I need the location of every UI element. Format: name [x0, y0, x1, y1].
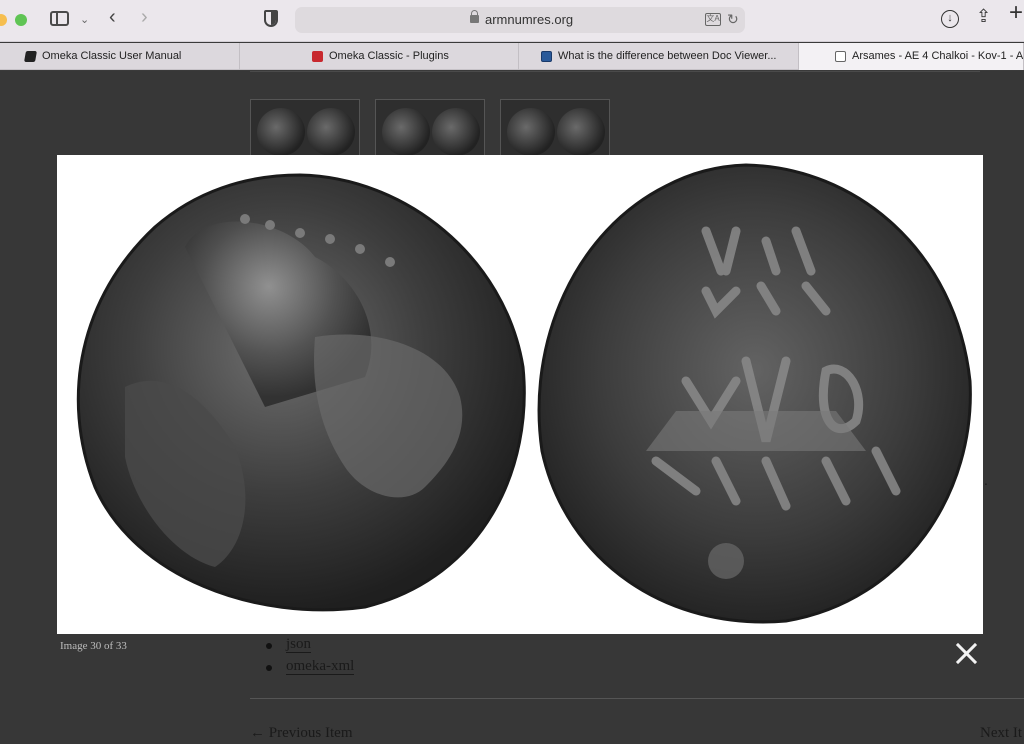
divider: [250, 698, 1024, 699]
site-icon: [835, 50, 846, 62]
next-item-link[interactable]: Next It: [980, 725, 1022, 742]
thumbnail[interactable]: [500, 99, 610, 159]
thumbnail[interactable]: [250, 99, 360, 159]
tab-label: Omeka Classic - Plugins: [329, 50, 449, 62]
chevron-down-icon[interactable]: ⌄: [80, 12, 89, 28]
shield-icon[interactable]: [264, 10, 278, 27]
back-icon[interactable]: ‹: [109, 7, 116, 27]
coin-reverse-image: [537, 163, 972, 624]
image-counter: Image 30 of 33: [60, 640, 127, 652]
list-item: omeka-xml: [266, 658, 355, 680]
minimize-window-button[interactable]: [0, 14, 7, 26]
url-text: armnumres.org: [485, 12, 574, 27]
thumbnail[interactable]: [375, 99, 485, 159]
list-item: json: [266, 636, 354, 658]
tab-bar: Omeka Classic User Manual Omeka Classic …: [0, 43, 1024, 70]
close-icon[interactable]: [951, 639, 981, 669]
tab-label: Arsames - AE 4 Chalkoi - Kov-1 - AN: [852, 50, 1024, 62]
download-icon[interactable]: ↓: [941, 10, 959, 28]
tab-omeka-manual[interactable]: Omeka Classic User Manual: [0, 43, 240, 70]
book-icon: [24, 50, 37, 62]
output-format-link-omeka-xml[interactable]: omeka-xml: [286, 658, 355, 675]
tab-omeka-plugins[interactable]: Omeka Classic - Plugins: [240, 43, 519, 70]
coin-obverse-image: [76, 173, 526, 612]
divider: [250, 71, 980, 72]
zoom-window-button[interactable]: [15, 14, 27, 26]
forum-icon: [541, 50, 552, 62]
output-format-link-json[interactable]: json: [286, 636, 312, 653]
new-tab-icon[interactable]: +: [1009, 1, 1023, 25]
translate-icon[interactable]: 文A: [705, 13, 721, 26]
page-text-fragment: .: [984, 472, 988, 488]
tab-doc-viewer[interactable]: What is the difference between Doc Viewe…: [519, 43, 799, 70]
lightbox-image-frame[interactable]: [57, 155, 983, 634]
address-bar[interactable]: armnumres.org 文A ↻: [295, 7, 745, 33]
previous-item-link[interactable]: ← Previous Item: [250, 725, 353, 742]
output-formats-list: json omeka-xml: [266, 636, 355, 680]
lock-icon: [470, 10, 479, 23]
forward-icon[interactable]: ›: [141, 7, 148, 27]
tab-arsames-active[interactable]: Arsames - AE 4 Chalkoi - Kov-1 - AN: [799, 43, 1024, 70]
sidebar-icon[interactable]: [50, 11, 69, 26]
omeka-icon: [312, 50, 323, 62]
tab-label: What is the difference between Doc Viewe…: [558, 50, 777, 62]
share-icon[interactable]: ⇪: [976, 7, 991, 25]
browser-toolbar: ⌄ ‹ › armnumres.org 文A ↻ ↓ ⇪ +: [0, 0, 1024, 42]
reload-icon[interactable]: ↻: [727, 11, 739, 28]
tab-label: Omeka Classic User Manual: [42, 50, 182, 62]
